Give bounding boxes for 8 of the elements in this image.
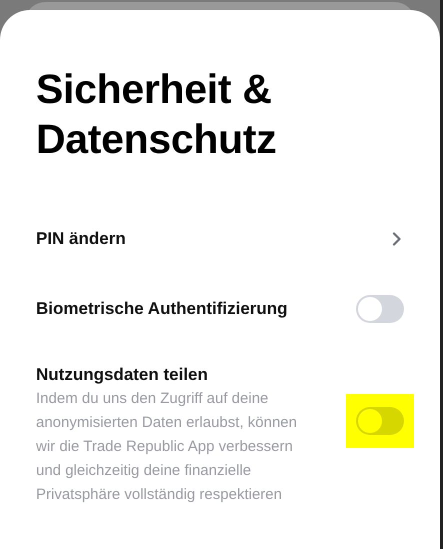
- toggle-switch[interactable]: [356, 407, 404, 435]
- setting-label: Nutzungsdaten teilen: [36, 364, 209, 386]
- chevron-right-icon[interactable]: [392, 232, 402, 246]
- toggle-switch[interactable]: [356, 295, 404, 323]
- setting-label: PIN ändern: [36, 228, 126, 250]
- setting-label: Biometrische Authentifizierung: [36, 298, 288, 320]
- page-title: Sicherheit & Datenschutz: [36, 65, 278, 164]
- setting-description: Indem du uns den Zugriff auf deine anonymisierten Daten erlaubst, können wir die Trade Republic App verbessern und gleichzeitig deine finanzielle Privatsphäre vollständig respektieren: [36, 389, 298, 505]
